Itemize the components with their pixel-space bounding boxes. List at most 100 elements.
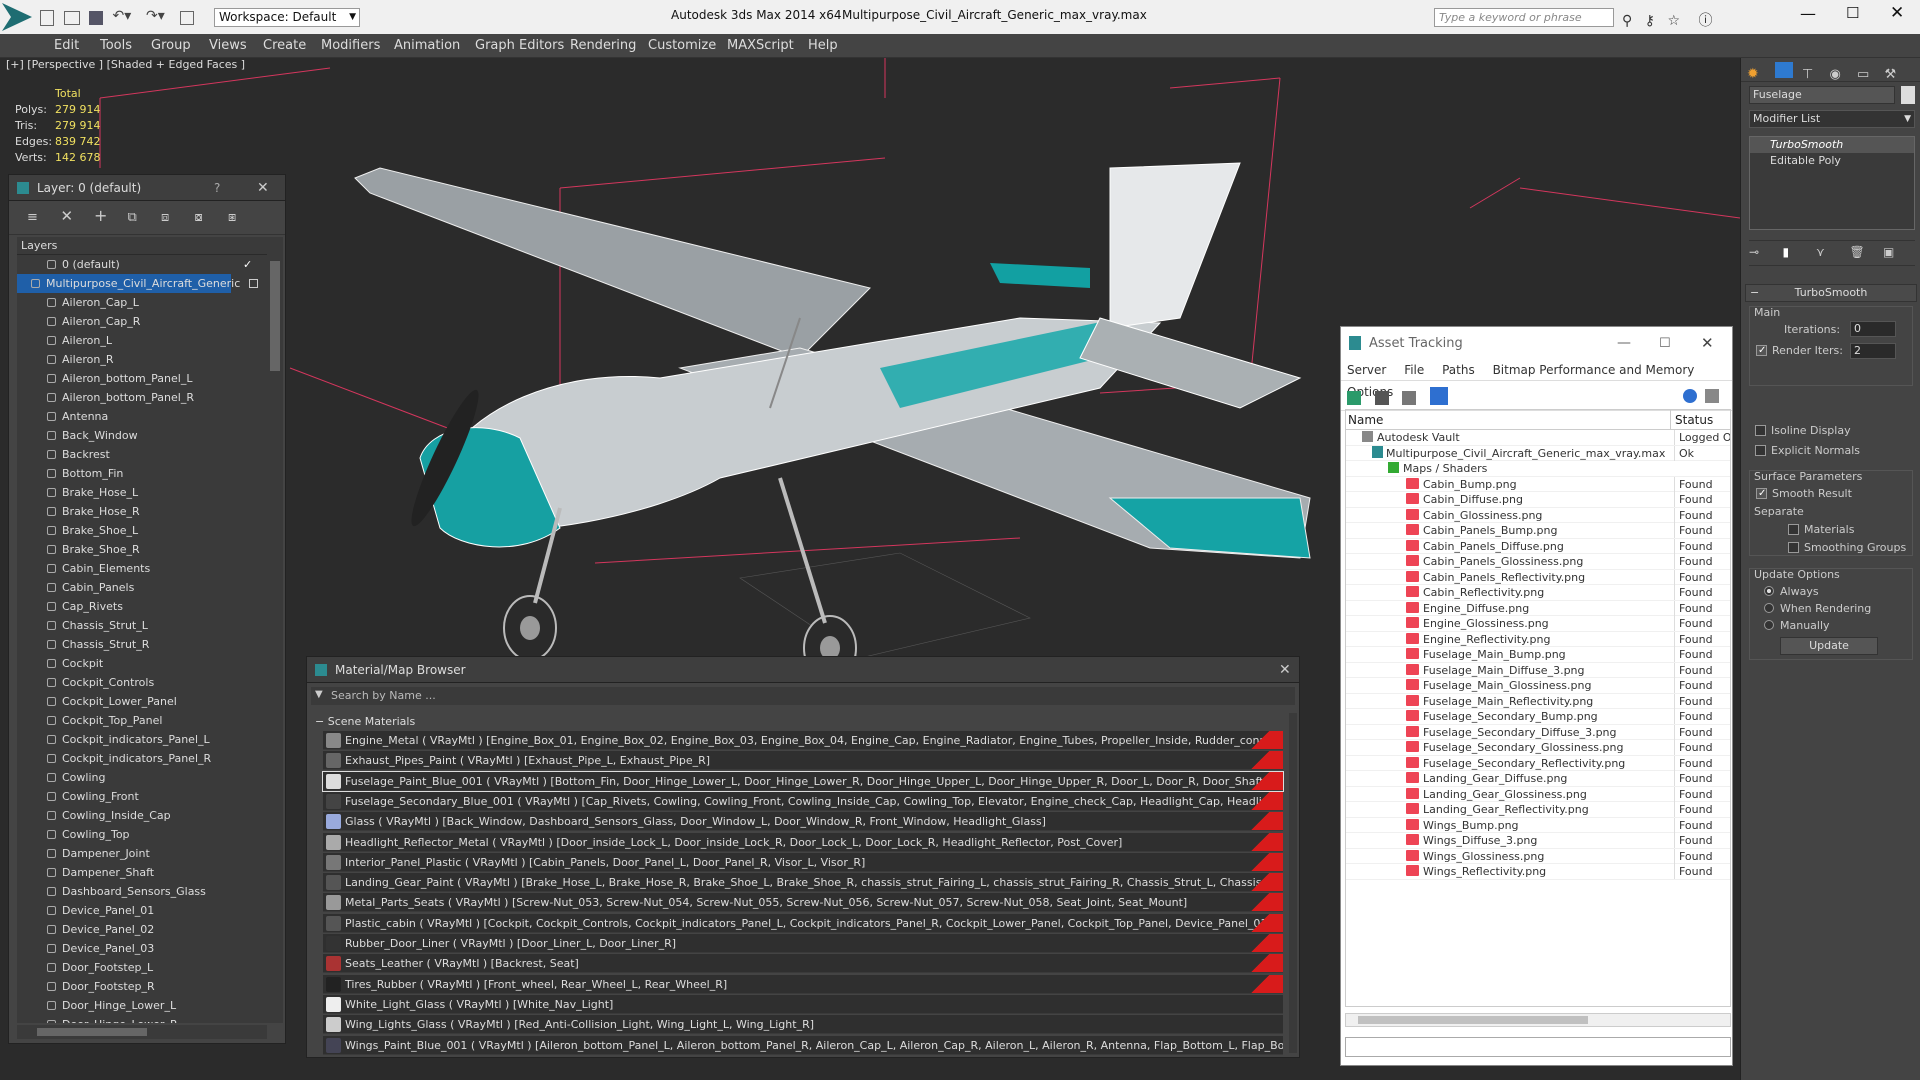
layer-item[interactable]: Cowling_Top	[17, 825, 267, 844]
layer-item[interactable]: Cockpit	[17, 654, 267, 673]
asset-row[interactable]: Autodesk Vault Logged O	[1346, 430, 1730, 446]
update-button[interactable]: Update	[1780, 637, 1878, 655]
asset-row[interactable]: Fuselage_Main_Bump.png Found	[1346, 647, 1730, 663]
asset-row[interactable]: Cabin_Panels_Diffuse.png Found	[1346, 538, 1730, 554]
workspace-dropdown[interactable]: Workspace: Default ▼	[214, 8, 360, 27]
material-row[interactable]: Seats_Leather ( VRayMtl ) [Backrest, Sea…	[323, 954, 1283, 974]
object-color-swatch[interactable]	[1901, 86, 1915, 104]
delete-layer-icon[interactable]: ✕	[61, 207, 77, 225]
help-icon[interactable]: ?	[214, 181, 220, 195]
collapse-icon[interactable]: −	[315, 715, 324, 728]
stack-editable-poly[interactable]: Editable Poly	[1750, 153, 1914, 169]
layer-item[interactable]: Door_Hinge_Lower_L	[17, 996, 267, 1015]
turbosmooth-rollout[interactable]: − TurboSmooth	[1745, 284, 1917, 302]
pin-stack-icon[interactable]: ⊸	[1749, 245, 1763, 259]
open-file-icon[interactable]	[63, 11, 80, 25]
detail-view-icon[interactable]	[1402, 391, 1416, 405]
layer-item[interactable]: Bottom_Fin	[17, 464, 267, 483]
layer-item[interactable]: Brake_Hose_L	[17, 483, 267, 502]
show-end-result-icon[interactable]: ▮	[1783, 245, 1797, 259]
menu-rendering[interactable]: Rendering	[570, 38, 636, 53]
menu-edit[interactable]: Edit	[54, 38, 79, 53]
material-search-input[interactable]: Search by Name ...	[331, 689, 436, 702]
asset-row[interactable]: Fuselage_Secondary_Glossiness.png Found	[1346, 740, 1730, 756]
materials-checkbox[interactable]	[1788, 524, 1799, 535]
refresh-icon[interactable]	[1347, 391, 1361, 405]
isoline-checkbox[interactable]	[1755, 425, 1766, 436]
layer-item[interactable]: Cockpit_indicators_Panel_R	[17, 749, 267, 768]
asset-row[interactable]: Cabin_Glossiness.png Found	[1346, 507, 1730, 523]
make-unique-icon[interactable]: ⋎	[1816, 245, 1830, 259]
layer-item[interactable]: Cowling_Front	[17, 787, 267, 806]
minimize-icon[interactable]: —	[1617, 335, 1631, 351]
layer-item[interactable]: Backrest	[17, 445, 267, 464]
asset-row[interactable]: Wings_Bump.png Found	[1346, 817, 1730, 833]
list-view-icon[interactable]	[1374, 391, 1389, 405]
layer-item[interactable]: Aileron_L	[17, 331, 267, 350]
save-icon[interactable]	[89, 11, 103, 25]
material-row[interactable]: White_Light_Glass ( VRayMtl ) [White_Nav…	[323, 994, 1283, 1014]
key-icon[interactable]: ⚷	[1645, 13, 1655, 29]
hierarchy-tab-icon[interactable]: ⊤	[1802, 67, 1820, 83]
asset-row[interactable]: Landing_Gear_Reflectivity.png Found	[1346, 802, 1730, 818]
asset-menu-server[interactable]: Server	[1347, 363, 1386, 377]
layer-item[interactable]: Aileron_R	[17, 350, 267, 369]
asset-row[interactable]: Cabin_Panels_Glossiness.png Found	[1346, 554, 1730, 570]
asset-row[interactable]: Engine_Glossiness.png Found	[1346, 616, 1730, 632]
layer-item[interactable]: Aileron_Cap_R	[17, 312, 267, 331]
modify-tab-icon[interactable]	[1774, 62, 1793, 78]
undo-icon[interactable]: ↶▾	[113, 8, 137, 28]
menu-group[interactable]: Group	[151, 38, 191, 53]
col-status[interactable]: Status	[1670, 410, 1730, 430]
layer-manage-icon[interactable]: ≡	[27, 210, 43, 225]
settings-icon[interactable]	[1705, 389, 1719, 403]
remove-modifier-icon[interactable]: 🗑	[1850, 245, 1865, 259]
material-row[interactable]: Fuselage_Secondary_Blue_001 ( VRayMtl ) …	[323, 791, 1283, 811]
layer-item[interactable]: Cockpit_Top_Panel	[17, 711, 267, 730]
layer-item[interactable]: Dampener_Shaft	[17, 863, 267, 882]
when-rendering-radio[interactable]	[1764, 603, 1774, 613]
asset-row[interactable]: Cabin_Bump.png Found	[1346, 476, 1730, 492]
add-selection-icon[interactable]: ⧉	[128, 210, 144, 225]
material-row[interactable]: Metal_Parts_Seats ( VRayMtl ) [Screw-Nut…	[323, 893, 1283, 913]
table-view-icon[interactable]	[1429, 387, 1448, 405]
select-objects-icon[interactable]: ⧈	[161, 210, 177, 225]
close-icon[interactable]: ✕	[257, 180, 269, 196]
menu-animation[interactable]: Animation	[394, 38, 460, 53]
search-options-icon[interactable]: ▼	[315, 689, 323, 700]
material-row[interactable]: Wing_Lights_Glass ( VRayMtl ) [Red_Anti-…	[323, 1015, 1283, 1035]
material-scrollbar[interactable]	[1289, 713, 1297, 1053]
render-iters-checkbox[interactable]	[1756, 345, 1767, 356]
layer-item[interactable]: Cabin_Elements	[17, 559, 267, 578]
layer-item[interactable]: Multipurpose_Civil_Aircraft_Generic	[17, 274, 258, 293]
hscroll-thumb[interactable]	[37, 1028, 147, 1036]
layer-item[interactable]: 0 (default) ✓	[17, 255, 267, 274]
col-name[interactable]: Name	[1346, 413, 1383, 427]
help-icon[interactable]	[1683, 389, 1697, 403]
asset-row[interactable]: Fuselage_Secondary_Bump.png Found	[1346, 709, 1730, 725]
asset-menu-file[interactable]: File	[1404, 363, 1424, 377]
layer-item[interactable]: Door_Footstep_R	[17, 977, 267, 996]
asset-hscrollbar[interactable]	[1345, 1013, 1731, 1027]
layer-item[interactable]: Cabin_Panels	[17, 578, 267, 597]
menu-maxscript[interactable]: MAXScript	[727, 38, 794, 53]
layer-item[interactable]: Back_Window	[17, 426, 267, 445]
scene-materials-group[interactable]: − Scene Materials	[311, 713, 1281, 731]
layer-item[interactable]: Cap_Rivets	[17, 597, 267, 616]
asset-row[interactable]: Engine_Reflectivity.png Found	[1346, 631, 1730, 647]
layer-item[interactable]: Device_Panel_01	[17, 901, 267, 920]
add-layer-icon[interactable]: +	[94, 206, 110, 225]
layer-item[interactable]: Chassis_Strut_R	[17, 635, 267, 654]
layer-item[interactable]: Brake_Hose_R	[17, 502, 267, 521]
render-iters-spinner[interactable]: 2	[1850, 343, 1896, 359]
maximize-icon[interactable]: ☐	[1659, 336, 1671, 351]
layer-item[interactable]: Dampener_Joint	[17, 844, 267, 863]
asset-row[interactable]: Cabin_Reflectivity.png Found	[1346, 585, 1730, 601]
maximize-button[interactable]: ☐	[1846, 4, 1859, 22]
menu-customize[interactable]: Customize	[648, 38, 716, 53]
menu-create[interactable]: Create	[263, 38, 306, 53]
search-input[interactable]: Type a keyword or phrase	[1434, 8, 1614, 27]
layer-item[interactable]: Cockpit_Lower_Panel	[17, 692, 267, 711]
material-row[interactable]: Engine_Metal ( VRayMtl ) [Engine_Box_01,…	[323, 731, 1283, 750]
modifier-list-dropdown[interactable]: Modifier List ▼	[1749, 110, 1915, 128]
